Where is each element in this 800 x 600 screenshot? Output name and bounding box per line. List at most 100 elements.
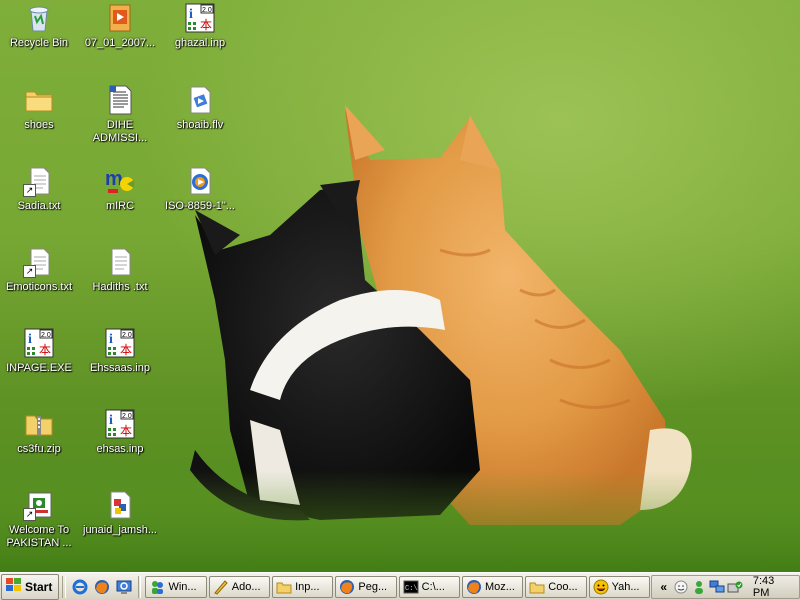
firefox-icon bbox=[466, 579, 482, 595]
windows-logo-icon bbox=[6, 578, 22, 595]
desktop-icon-label: ghazal.inp bbox=[174, 37, 226, 49]
desktop-icon-ehssaas-inp[interactable]: i 2.0 本 Ehssaas.inp bbox=[82, 327, 158, 375]
inpage-icon: i 2.0 本 bbox=[184, 2, 216, 34]
taskbar-button-command-prompt[interactable]: C:\ C:\... bbox=[398, 575, 460, 598]
desktop-icon-label: shoes bbox=[24, 119, 54, 131]
start-button[interactable]: Start bbox=[1, 573, 60, 600]
shortcut-arrow-icon: ↗ bbox=[23, 508, 36, 521]
desktop-icon-cs3fu-zip[interactable]: cs3fu.zip bbox=[1, 408, 77, 456]
desktop-icon-label: ISO-8859-1"... bbox=[165, 200, 235, 212]
svg-text:本: 本 bbox=[200, 18, 212, 32]
task-label: Peg... bbox=[358, 580, 388, 593]
desktop-icon-label: cs3fu.zip bbox=[17, 443, 61, 455]
desktop-icon-label: Sadia.txt bbox=[17, 200, 61, 212]
svg-text:本: 本 bbox=[120, 424, 132, 438]
recycle-bin-icon bbox=[23, 2, 55, 34]
svg-text:本: 本 bbox=[120, 343, 132, 357]
shortcut-arrow-icon: ↗ bbox=[23, 184, 36, 197]
taskbar-button-inpage-folder[interactable]: Inp... bbox=[272, 575, 334, 598]
desktop-icon-inpage-exe[interactable]: i 2.0 本 INPAGE.EXE bbox=[1, 327, 77, 375]
svg-text:2.0: 2.0 bbox=[202, 7, 212, 14]
zip-folder-icon bbox=[23, 408, 55, 440]
taskbar-separator bbox=[62, 575, 67, 598]
system-tray: « 7:43 PM bbox=[650, 574, 800, 599]
task-label: Win... bbox=[168, 580, 197, 593]
firefox-icon bbox=[339, 579, 355, 595]
yahoo-smiley-icon bbox=[593, 579, 609, 595]
desktop-icon-ehsas-inp[interactable]: i 2.0 本 ehsas.inp bbox=[82, 408, 158, 456]
desktop-icon-label: DIHE ADMISSI... bbox=[92, 119, 148, 144]
desktop-icon-label: shoaib.flv bbox=[176, 119, 224, 131]
taskbar: Start Win... Ado... Inp... Peg... C:\ C:… bbox=[0, 572, 800, 600]
desktop-icon-label: 07_01_2007... bbox=[84, 37, 156, 49]
desktop-icon-label: ehsas.inp bbox=[96, 443, 144, 455]
quick-launch-show-desktop-icon[interactable] bbox=[114, 577, 134, 597]
safely-remove-hardware-icon[interactable] bbox=[727, 579, 743, 595]
word-document-icon bbox=[104, 84, 136, 116]
taskbar-button-pegasus[interactable]: Peg... bbox=[335, 575, 397, 598]
folder-icon bbox=[276, 579, 292, 595]
svg-text:C:\: C:\ bbox=[405, 585, 418, 593]
desktop-icon-junaid-jamshed[interactable]: junaid_jamsh... bbox=[82, 489, 158, 537]
shortcut-arrow-icon: ↗ bbox=[23, 265, 36, 278]
text-file-icon: ↗ bbox=[23, 165, 55, 197]
desktop-icon-label: Ehssaas.inp bbox=[90, 362, 150, 374]
adobe-pen-icon bbox=[213, 579, 229, 595]
command-prompt-icon: C:\ bbox=[403, 579, 419, 595]
mirc-icon: m bbox=[104, 165, 136, 197]
svg-text:本: 本 bbox=[39, 343, 51, 357]
desktop-icon-shoaib-flv[interactable]: shoaib.flv bbox=[162, 84, 238, 132]
msn-messenger-icon bbox=[149, 579, 165, 595]
desktop-icon-ghazal-inp[interactable]: i 2.0 本 ghazal.inp bbox=[162, 2, 238, 50]
network-tray-icon[interactable] bbox=[709, 579, 725, 595]
task-label: Yah... bbox=[611, 580, 640, 593]
quick-launch-ie-icon[interactable] bbox=[70, 577, 90, 597]
taskbar-button-adobe[interactable]: Ado... bbox=[208, 575, 271, 598]
taskbar-button-cookies-folder[interactable]: Coo... bbox=[525, 575, 587, 598]
desktop-icon-hadiths-txt[interactable]: Hadiths .txt bbox=[82, 246, 158, 294]
desktop-icon-recycle-bin[interactable]: Recycle Bin bbox=[1, 2, 77, 50]
desktop-icon-label: Welcome To PAKISTAN ... bbox=[6, 524, 72, 549]
text-file-icon: ↗ bbox=[23, 246, 55, 278]
desktop-icon-label: Emoticons.txt bbox=[5, 281, 73, 293]
tray-expand-button[interactable]: « bbox=[656, 579, 672, 595]
task-label: C:\... bbox=[421, 580, 445, 593]
quick-launch-firefox-icon[interactable] bbox=[92, 577, 112, 597]
svg-text:i: i bbox=[28, 332, 32, 347]
desktop-icon-07-01-2007[interactable]: 07_01_2007... bbox=[82, 2, 158, 50]
inpage-icon: i 2.0 本 bbox=[104, 327, 136, 359]
document-shortcut-icon: ↗ bbox=[23, 489, 55, 521]
inpage-icon: i 2.0 本 bbox=[23, 327, 55, 359]
folder-icon bbox=[23, 84, 55, 116]
svg-text:2.0: 2.0 bbox=[122, 413, 132, 420]
svg-text:2.0: 2.0 bbox=[122, 332, 132, 339]
desktop-icon-emoticons-txt[interactable]: ↗ Emoticons.txt bbox=[1, 246, 77, 294]
svg-text:i: i bbox=[109, 332, 113, 347]
svg-text:m: m bbox=[105, 168, 123, 190]
taskbar-button-mozilla[interactable]: Moz... bbox=[461, 575, 524, 598]
desktop-icon-iso-8859-1[interactable]: ISO-8859-1"... bbox=[162, 165, 238, 213]
svg-text:i: i bbox=[189, 7, 193, 22]
taskbar-button-yahoo[interactable]: Yah... bbox=[588, 575, 650, 598]
image-file-icon bbox=[104, 489, 136, 521]
start-label: Start bbox=[25, 579, 53, 594]
desktop-icon-dihe-admission[interactable]: DIHE ADMISSI... bbox=[82, 84, 158, 145]
yahoo-tray-icon[interactable] bbox=[674, 579, 690, 595]
task-label: Moz... bbox=[484, 580, 515, 593]
taskbar-button-messenger[interactable]: Win... bbox=[145, 575, 207, 598]
clock[interactable]: 7:43 PM bbox=[753, 575, 793, 599]
folder-icon bbox=[529, 579, 545, 595]
taskbar-separator bbox=[137, 575, 142, 598]
video-file-icon bbox=[184, 84, 216, 116]
svg-text:2.0: 2.0 bbox=[41, 332, 51, 339]
task-label: Inp... bbox=[295, 580, 320, 593]
desktop-icon-sadia-txt[interactable]: ↗ Sadia.txt bbox=[1, 165, 77, 213]
inpage-icon: i 2.0 本 bbox=[104, 408, 136, 440]
desktop-icon-shoes[interactable]: shoes bbox=[1, 84, 77, 132]
desktop-icon-label: junaid_jamsh... bbox=[83, 524, 157, 536]
desktop-icon-label: INPAGE.EXE bbox=[6, 362, 72, 374]
desktop-icon-label: mIRC bbox=[105, 200, 135, 212]
desktop-icon-mirc[interactable]: m mIRC bbox=[82, 165, 158, 213]
desktop-icon-welcome-to-pakistan[interactable]: ↗ Welcome To PAKISTAN ... bbox=[1, 489, 77, 550]
messenger-tray-icon[interactable] bbox=[691, 579, 707, 595]
